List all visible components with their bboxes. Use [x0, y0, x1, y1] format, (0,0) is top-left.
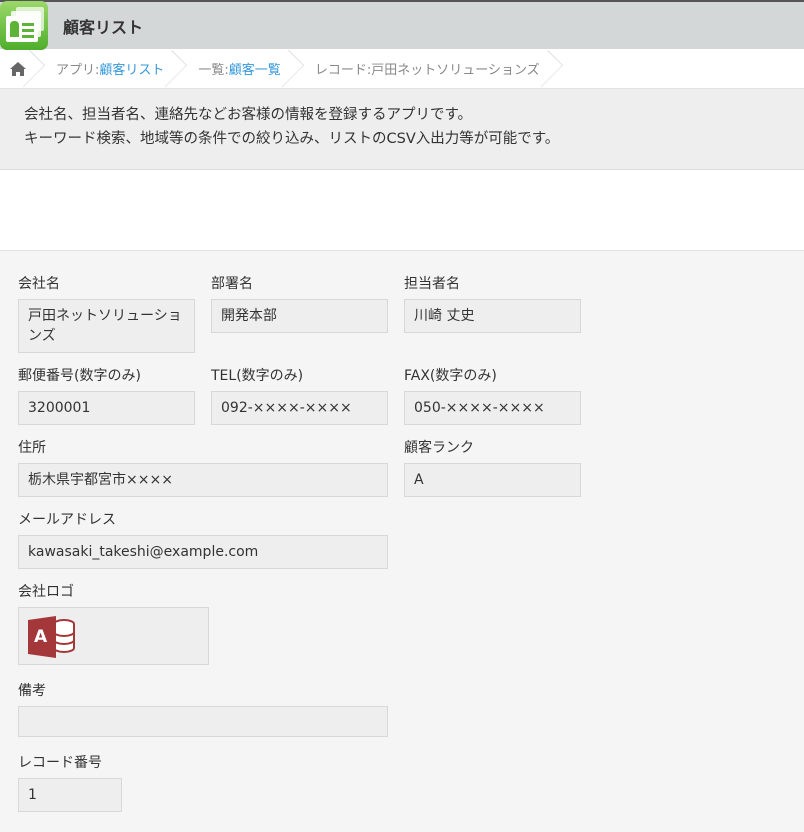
record-number-value: 1: [18, 778, 122, 812]
field-fax: FAX(数字のみ) 050-××××-××××: [404, 365, 581, 425]
field-notes: 備考: [18, 680, 388, 737]
breadcrumb-record: レコード: 戸田ネットソリューションズ: [295, 49, 554, 88]
person-value: 川崎 丈史: [404, 299, 581, 333]
field-record-number: レコード番号 1: [18, 752, 122, 812]
app-description: 会社名、担当者名、連絡先などお客様の情報を登録するアプリです。 キーワード検索、…: [0, 89, 804, 170]
field-zip: 郵便番号(数字のみ) 3200001: [18, 365, 195, 425]
email-value: kawasaki_takeshi@example.com: [18, 535, 388, 569]
field-company: 会社名 戸田ネットソリューションズ: [18, 273, 195, 353]
breadcrumb-view: 一覧: 顧客一覧: [178, 49, 294, 88]
access-file-icon[interactable]: A: [28, 616, 76, 658]
breadcrumb: アプリ: 顧客リスト 一覧: 顧客一覧 レコード: 戸田ネットソリューションズ: [0, 49, 804, 89]
dept-value: 開発本部: [211, 299, 388, 333]
app-header: 顧客リスト: [0, 0, 804, 50]
home-icon[interactable]: [0, 49, 36, 88]
field-person: 担当者名 川崎 丈史: [404, 273, 581, 333]
logo-box: A: [18, 607, 209, 665]
field-tel: TEL(数字のみ) 092-××××-××××: [211, 365, 388, 425]
app-icon: [0, 1, 48, 50]
field-rank: 顧客ランク A: [404, 437, 581, 497]
blank-space: [0, 170, 804, 251]
app-title: 顧客リスト: [63, 18, 144, 37]
fax-value: 050-××××-××××: [404, 391, 581, 425]
address-value: 栃木県宇都宮市××××: [18, 463, 388, 497]
breadcrumb-app-link[interactable]: 顧客リスト: [99, 59, 164, 78]
record-form: 会社名 戸田ネットソリューションズ 部署名 開発本部 担当者名 川崎 丈史 郵便…: [0, 251, 804, 831]
tel-value: 092-××××-××××: [211, 391, 388, 425]
company-value: 戸田ネットソリューションズ: [18, 299, 195, 353]
breadcrumb-app: アプリ: 顧客リスト: [36, 49, 178, 88]
rank-value: A: [404, 463, 581, 497]
field-logo: 会社ロゴ A: [18, 581, 209, 665]
field-address: 住所 栃木県宇都宮市××××: [18, 437, 388, 497]
field-dept: 部署名 開発本部: [211, 273, 388, 333]
zip-value: 3200001: [18, 391, 195, 425]
field-email: メールアドレス kawasaki_takeshi@example.com: [18, 509, 388, 569]
breadcrumb-view-link[interactable]: 顧客一覧: [229, 59, 281, 78]
notes-value: [18, 706, 388, 737]
